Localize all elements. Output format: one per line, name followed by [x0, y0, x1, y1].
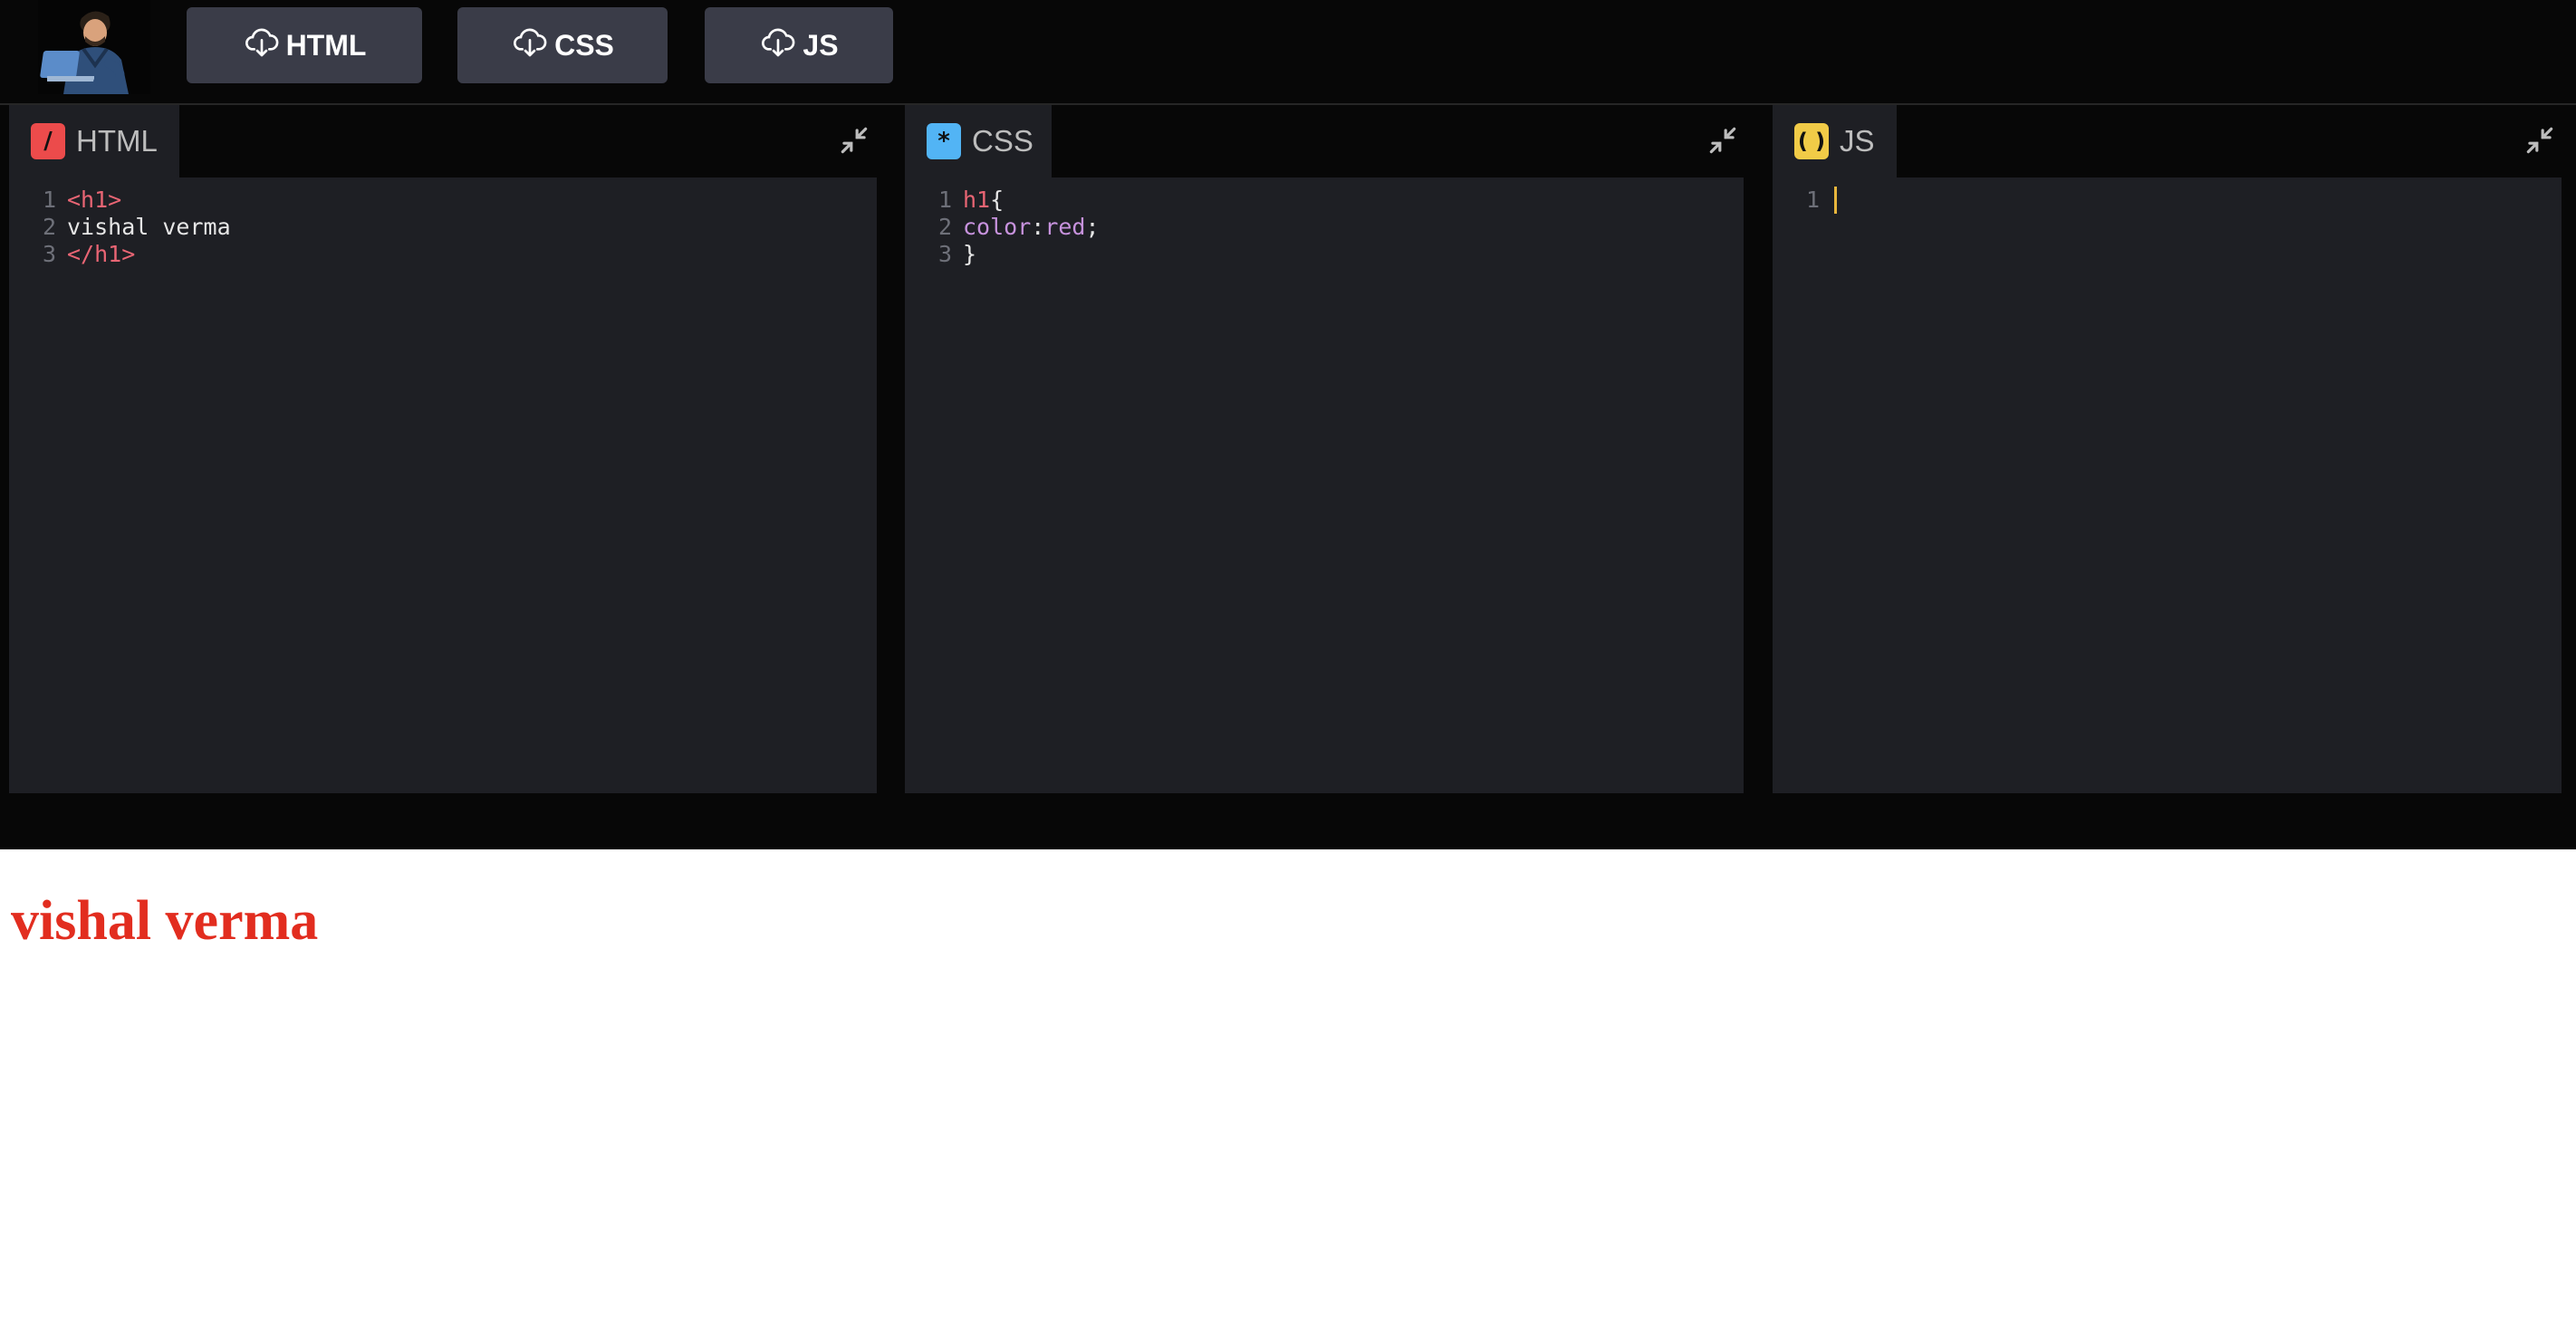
js-editor-panel: ( ) JS 1 — [1773, 105, 2562, 793]
cloud-download-icon — [762, 28, 795, 57]
code-line: 3} — [937, 241, 977, 267]
code-line: 2 color: red; — [937, 214, 1100, 240]
html-code-editor[interactable]: 1 <h1> 2 vishal verma 3 </h1> — [9, 177, 877, 793]
minimize-icon[interactable] — [2523, 123, 2557, 158]
download-css-button[interactable]: CSS — [457, 7, 668, 83]
tab-js-label: JS — [1840, 124, 1875, 158]
js-code-editor[interactable]: 1 — [1773, 177, 2562, 793]
editor-workspace: / HTML 1 <h1> 2 vishal verma 3 </h1> * CSS … — [0, 105, 2576, 849]
code-line: 1 h1{ — [937, 187, 1004, 213]
minimize-icon[interactable] — [1706, 123, 1740, 158]
code-line: 1 <h1> — [42, 187, 122, 213]
asterisk-icon: * — [927, 123, 961, 159]
code-line: 2 vishal verma — [42, 214, 231, 240]
html-editor-panel: / HTML 1 <h1> 2 vishal verma 3 </h1> — [9, 105, 877, 793]
download-html-button[interactable]: HTML — [187, 7, 422, 83]
tab-html[interactable]: / HTML — [9, 105, 179, 177]
html-slash-icon: / — [31, 123, 65, 159]
tab-js[interactable]: ( ) JS — [1773, 105, 1897, 177]
top-toolbar: HTML CSS JS — [0, 0, 2576, 105]
css-code-editor[interactable]: 1 h1{ 2 color: red; 3} — [905, 177, 1744, 793]
preview-pane: vishal verma — [0, 849, 2576, 1342]
preview-heading: vishal verma — [11, 890, 319, 952]
download-html-label: HTML — [285, 28, 367, 62]
tab-css[interactable]: * CSS — [905, 105, 1052, 177]
tab-html-label: HTML — [76, 124, 158, 158]
cloud-download-icon — [245, 28, 278, 57]
cloud-download-icon — [514, 28, 547, 57]
download-js-label: JS — [803, 28, 839, 62]
minimize-icon[interactable] — [837, 123, 871, 158]
avatar — [38, 0, 150, 94]
parentheses-icon: ( ) — [1794, 123, 1829, 159]
download-css-label: CSS — [554, 28, 614, 62]
code-line: 3 </h1> — [42, 241, 136, 267]
download-js-button[interactable]: JS — [705, 7, 893, 83]
tab-css-label: CSS — [972, 124, 1033, 158]
text-cursor — [1834, 187, 1837, 214]
code-line: 1 — [1773, 187, 2562, 214]
css-editor-panel: * CSS 1 h1{ 2 color: red; 3} — [905, 105, 1744, 793]
